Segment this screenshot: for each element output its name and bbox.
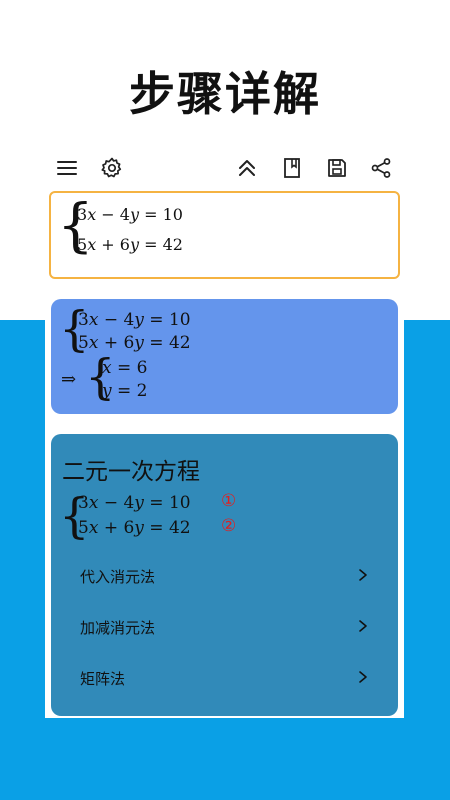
chevron-right-icon: [359, 569, 367, 581]
input-equation-2: 5x + 6y = 42: [77, 235, 183, 254]
method-item-matrix[interactable]: 矩阵法: [51, 658, 398, 698]
method-item-label: 代入消元法: [80, 568, 156, 586]
method-title: 二元一次方程: [62, 459, 200, 485]
solution-y: y = 2: [102, 381, 148, 401]
save-icon[interactable]: [323, 154, 351, 182]
method-item-substitution[interactable]: 代入消元法: [51, 556, 398, 596]
method-equation-1: 3x − 4y = 10: [78, 493, 191, 513]
collapse-up-icon[interactable]: [233, 154, 261, 182]
gear-icon[interactable]: [98, 154, 126, 182]
input-equation-1: 3x − 4y = 10: [77, 205, 183, 224]
chevron-right-icon: [359, 620, 367, 632]
menu-icon[interactable]: [53, 154, 81, 182]
chevron-right-icon: [359, 671, 367, 683]
page-headline: 步骤详解: [129, 67, 321, 121]
implies-arrow: ⇒: [61, 369, 77, 390]
result-card[interactable]: { 3x − 4y = 10 5x + 6y = 42 ⇒ { x = 6 y …: [51, 299, 398, 414]
solution-x: x = 6: [102, 358, 148, 378]
equation-input-box[interactable]: { 3x − 4y = 10 5x + 6y = 42: [49, 191, 400, 279]
method-item-elimination[interactable]: 加减消元法: [51, 607, 398, 647]
bookmark-icon[interactable]: [278, 154, 306, 182]
method-item-label: 矩阵法: [80, 670, 126, 688]
result-equation-1: 3x − 4y = 10: [78, 310, 191, 330]
method-item-label: 加减消元法: [80, 619, 156, 637]
method-card: 二元一次方程 { 3x − 4y = 10 5x + 6y = 42 ① ② 代…: [51, 434, 398, 716]
equation-marker-2: ②: [221, 516, 237, 536]
toolbar: [45, 150, 404, 186]
app-screen: { 3x − 4y = 10 5x + 6y = 42 { 3x − 4y = …: [45, 140, 404, 718]
share-icon[interactable]: [367, 154, 395, 182]
method-equation-2: 5x + 6y = 42: [78, 518, 191, 538]
equation-marker-1: ①: [221, 491, 237, 511]
